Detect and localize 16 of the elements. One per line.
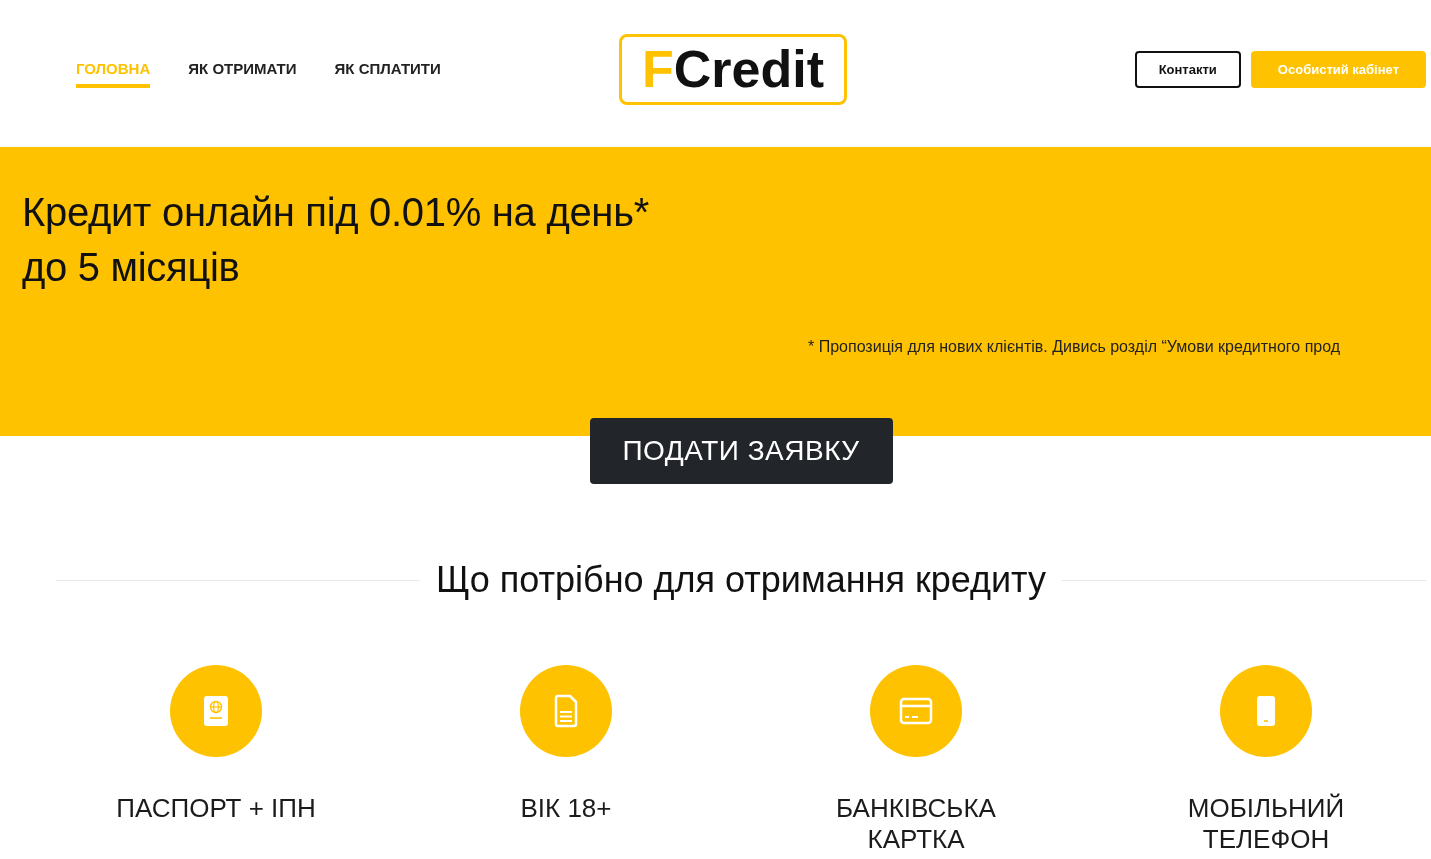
requirement-label: ПАСПОРТ + ІПН — [116, 793, 316, 824]
requirement-label: БАНКІВСЬКА КАРТКА — [835, 793, 997, 855]
document-icon — [520, 665, 612, 757]
credit-card-icon — [870, 665, 962, 757]
section-title: Що потрібно для отримання кредиту — [436, 558, 1046, 602]
passport-icon — [170, 665, 262, 757]
hero-title: Кредит онлайн під 0.01% на день* до 5 місяців — [22, 189, 650, 291]
apply-button[interactable]: ПОДАТИ ЗАЯВКУ — [589, 418, 893, 484]
logo[interactable]: FCredit — [619, 33, 847, 105]
nav-link[interactable]: ЯК ОТРИМАТИ — [188, 54, 297, 88]
requirement-label: ВІК 18+ — [520, 793, 612, 824]
requirement-label: МОБІЛЬНИЙ ТЕЛЕФОН — [1186, 793, 1346, 855]
mobile-phone-icon — [1220, 665, 1312, 757]
nav-link[interactable]: ЯК СПЛАТИТИ — [334, 54, 441, 88]
contacts-button[interactable]: Контакти — [1134, 50, 1241, 88]
footnote: * Пропозиція для нових клієнтів. Дивись розділ “Умови кредитного прод — [808, 337, 1342, 357]
